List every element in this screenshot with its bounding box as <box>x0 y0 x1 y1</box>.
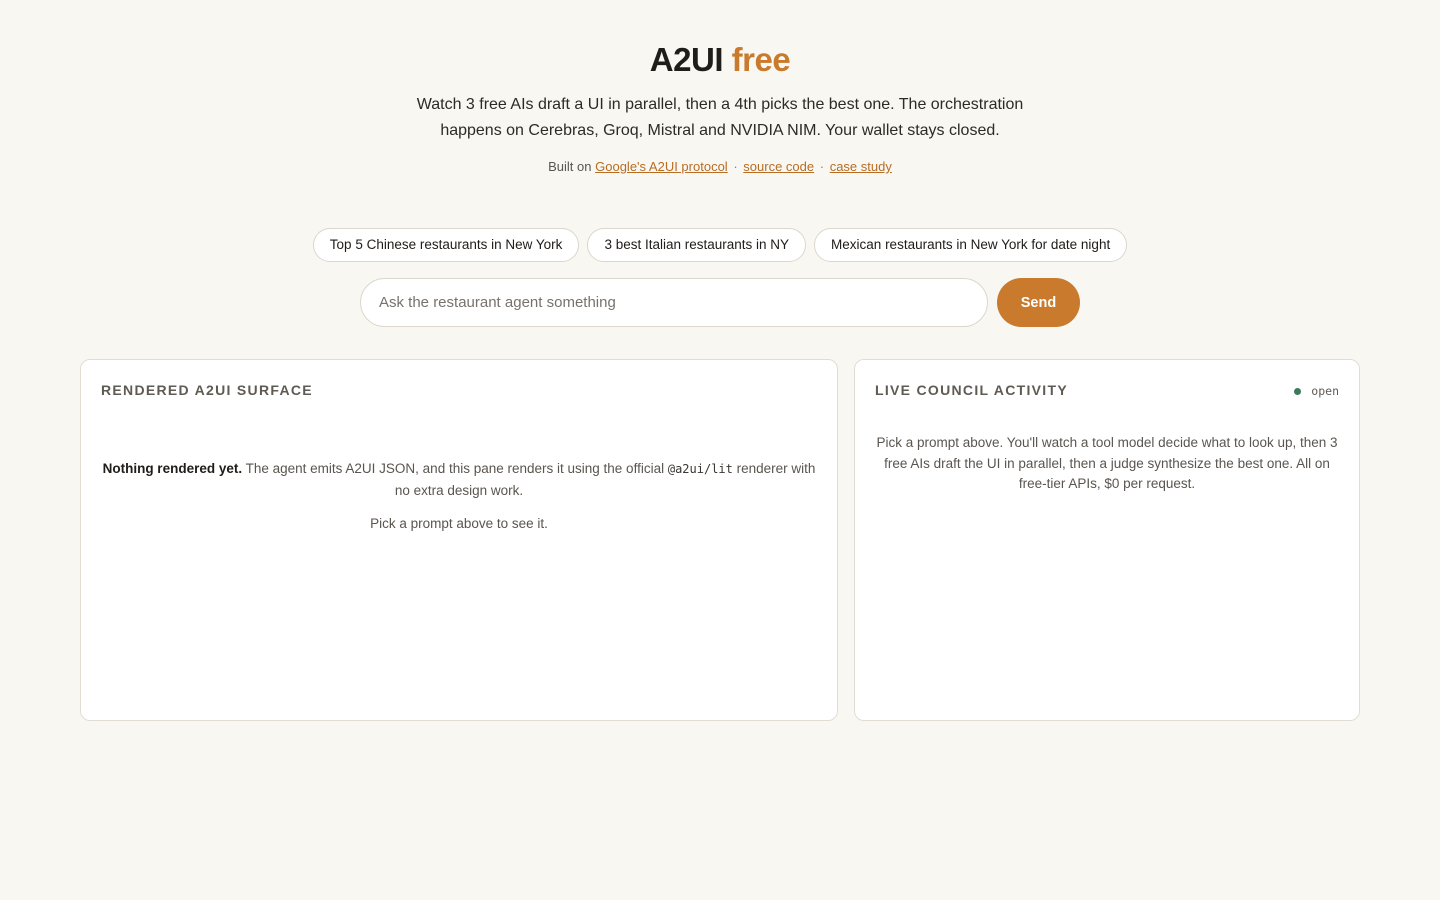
title-accent: free <box>731 41 791 78</box>
case-study-link[interactable]: case study <box>830 159 892 174</box>
title-main: A2UI <box>649 41 724 78</box>
separator: · <box>733 159 738 174</box>
renderer-package: @a2ui/lit <box>667 462 733 476</box>
status-label: open <box>1311 384 1339 398</box>
empty-hint: Pick a prompt above to see it. <box>370 516 548 531</box>
tagline: Watch 3 free AIs draft a UI in parallel,… <box>416 96 1024 139</box>
prompt-chip-mexican[interactable]: Mexican restaurants in New York for date… <box>814 228 1128 262</box>
send-button[interactable]: Send <box>997 278 1080 327</box>
source-code-link[interactable]: source code <box>743 159 814 174</box>
prompt-chip-chinese[interactable]: Top 5 Chinese restaurants in New York <box>312 228 580 262</box>
council-panel-title: LIVE COUNCIL ACTIVITY <box>875 382 1068 398</box>
prompt-chip-italian[interactable]: 3 best Italian restaurants in NY <box>587 228 807 262</box>
built-prefix: Built on <box>548 159 592 174</box>
connection-status: open <box>1294 384 1339 398</box>
page-header: A2UI free Watch 3 free AIs draft a UI in… <box>0 40 1440 174</box>
search-row: Send <box>360 278 1080 327</box>
empty-text-before: The agent emits A2UI JSON, and this pane… <box>242 461 668 476</box>
surface-panel-title: RENDERED A2UI SURFACE <box>101 382 313 398</box>
a2ui-protocol-link[interactable]: Google's A2UI protocol <box>595 159 728 174</box>
surface-empty-state: Nothing rendered yet. The agent emits A2… <box>101 458 817 535</box>
prompt-chips: Top 5 Chinese restaurants in New York 3 … <box>0 228 1440 262</box>
council-activity-message: Pick a prompt above. You'll watch a tool… <box>876 435 1338 491</box>
council-activity-panel: LIVE COUNCIL ACTIVITY open Pick a prompt… <box>854 359 1360 721</box>
empty-strong: Nothing rendered yet. <box>102 461 243 476</box>
separator: · <box>819 159 825 174</box>
rendered-surface-panel: RENDERED A2UI SURFACE Nothing rendered y… <box>80 359 838 721</box>
agent-prompt-input[interactable] <box>360 278 988 327</box>
empty-message: Nothing rendered yet. The agent emits A2… <box>101 458 817 502</box>
page-title: A2UI free <box>0 40 1440 80</box>
built-on-line: Built on Google's A2UI protocol · source… <box>0 159 1440 174</box>
status-dot-icon <box>1294 387 1302 395</box>
